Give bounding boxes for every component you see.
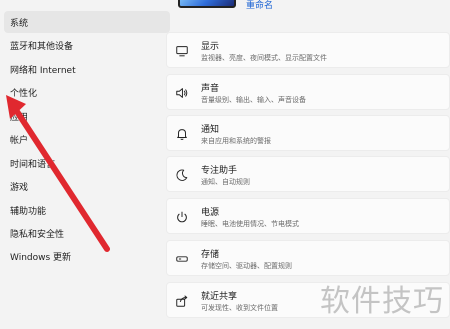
sidebar-item-label: 隐私和安全性 — [10, 229, 65, 240]
sidebar-item-bluetooth[interactable]: 蓝牙和其他设备 — [4, 34, 170, 56]
card-description: 存储空间、驱动器、配置规则 — [201, 262, 292, 270]
sidebar-item-apps[interactable]: 应用 — [4, 105, 170, 127]
share-icon — [176, 295, 188, 307]
sidebar-item-time-language[interactable]: 时间和语言 — [4, 152, 170, 174]
sidebar-item-privacy[interactable]: 隐私和安全性 — [4, 222, 170, 244]
sidebar-item-label: 辅助功能 — [10, 206, 47, 217]
notification-icon — [177, 129, 187, 140]
sidebar-item-label: 应用 — [10, 112, 29, 123]
card-title: 专注助手 — [201, 166, 238, 176]
settings-card-power[interactable]: 电源 睡眠、电池使用情况、节电模式 — [166, 198, 450, 234]
card-description: 睡眠、电池使用情况、节电模式 — [201, 220, 299, 228]
sidebar-item-system[interactable]: 系统 — [4, 11, 170, 33]
display-icon — [176, 46, 188, 57]
card-title: 通知 — [201, 125, 220, 135]
sidebar-item-label: 游戏 — [10, 182, 29, 193]
rename-link[interactable]: 重命名 — [246, 0, 273, 11]
card-description: 来自应用和系统的警报 — [201, 137, 271, 145]
sidebar-item-personalization[interactable]: 个性化 — [4, 81, 170, 103]
storage-icon — [176, 256, 188, 262]
focus-assist-icon — [176, 169, 188, 181]
device-wallpaper-thumbnail — [178, 0, 236, 8]
power-icon — [177, 211, 187, 223]
sidebar-item-label: 网络和 Internet — [10, 65, 76, 76]
sidebar-item-label: 时间和语言 — [10, 159, 56, 170]
sidebar-item-windows-update[interactable]: Windows 更新 — [4, 245, 170, 267]
sidebar-item-label: 个性化 — [10, 88, 38, 99]
card-title: 显示 — [201, 42, 220, 52]
card-title: 声音 — [201, 84, 220, 94]
sidebar-item-label: Windows 更新 — [10, 252, 72, 263]
sidebar-item-label: 蓝牙和其他设备 — [10, 41, 74, 52]
sidebar-item-network[interactable]: 网络和 Internet — [4, 58, 170, 80]
settings-card-notifications[interactable]: 通知 来自应用和系统的警报 — [166, 115, 450, 151]
card-title: 就近共享 — [201, 292, 238, 302]
card-description: 监视器、亮度、夜间模式、显示配置文件 — [201, 54, 327, 62]
settings-card-focus-assist[interactable]: 专注助手 通知、自动规则 — [166, 156, 450, 192]
sidebar-item-label: 系统 — [10, 18, 29, 29]
card-description: 音量级别、输出、输入、声音设备 — [201, 96, 306, 104]
sound-icon — [176, 88, 188, 98]
card-description: 可发现性、收到文件位置 — [201, 304, 278, 312]
sidebar-item-accessibility[interactable]: 辅助功能 — [4, 199, 170, 221]
settings-sidebar: 系统 蓝牙和其他设备 网络和 Internet 个性化 应用 帐户 时间和语言 … — [0, 0, 170, 329]
settings-card-storage[interactable]: 存储 存储空间、驱动器、配置规则 — [166, 240, 450, 276]
card-description: 通知、自动规则 — [201, 178, 250, 186]
settings-card-sound[interactable]: 声音 音量级别、输出、输入、声音设备 — [166, 74, 450, 110]
settings-card-nearby-sharing[interactable]: 就近共享 可发现性、收到文件位置 — [166, 282, 450, 318]
sidebar-item-label: 帐户 — [10, 135, 29, 146]
sidebar-item-accounts[interactable]: 帐户 — [4, 128, 170, 150]
card-title: 存储 — [201, 250, 220, 260]
settings-card-display[interactable]: 显示 监视器、亮度、夜间模式、显示配置文件 — [166, 32, 450, 68]
sidebar-item-gaming[interactable]: 游戏 — [4, 175, 170, 197]
card-title: 电源 — [201, 208, 220, 218]
